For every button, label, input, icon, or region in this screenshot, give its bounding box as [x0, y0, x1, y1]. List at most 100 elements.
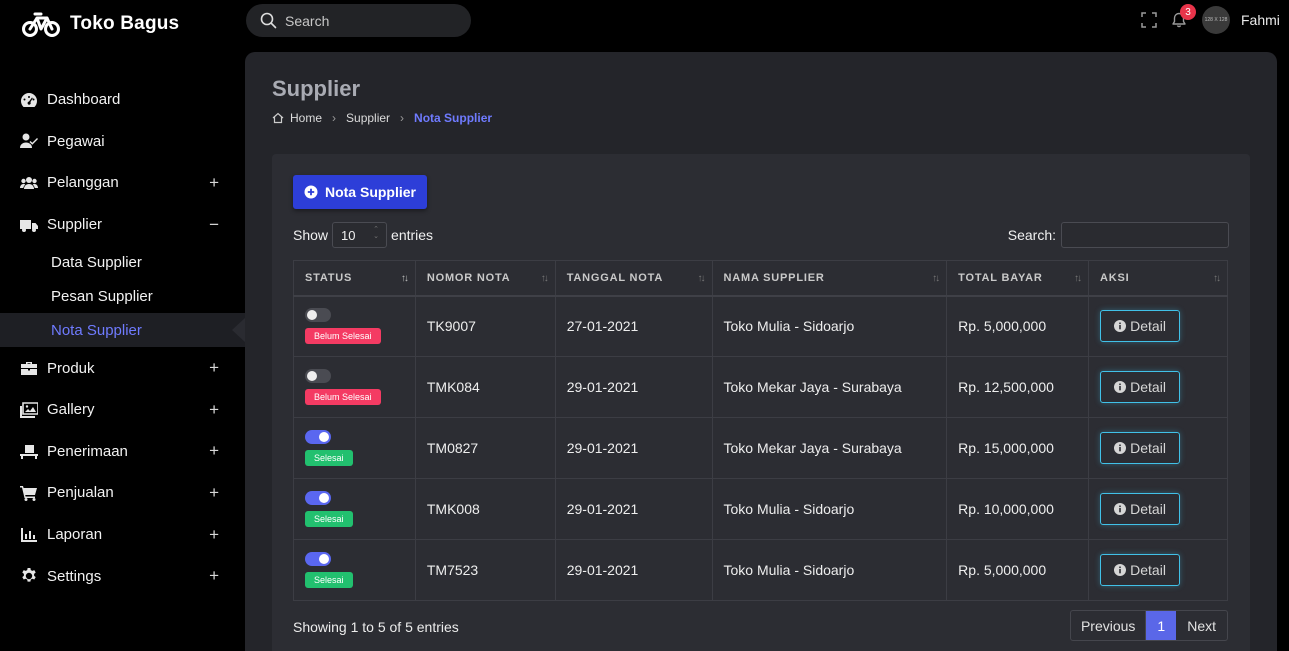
sidebar-item-pelanggan[interactable]: Pelanggan + — [0, 162, 245, 204]
column-header-total-bayar[interactable]: TOTAL BAYAR ↑↓ — [946, 260, 1090, 297]
gear-icon — [19, 568, 39, 584]
detail-button[interactable]: Detail — [1100, 371, 1181, 403]
table-header-row: STATUS ↑↓ NOMOR NOTA ↑↓ TANGGAL NOTA ↑↓ NAM… — [293, 260, 1228, 297]
cell-total-bayar: Rp. 10,000,000 — [946, 478, 1090, 540]
breadcrumb-supplier[interactable]: Supplier — [346, 111, 390, 125]
sidebar-subitem-nota-supplier[interactable]: Nota Supplier — [0, 313, 245, 348]
cell-tanggal-nota: 27-01-2021 — [554, 295, 713, 357]
expand-icon[interactable]: + — [209, 483, 219, 503]
detail-button[interactable]: Detail — [1100, 310, 1181, 343]
home-icon — [272, 112, 284, 124]
expand-icon[interactable]: + — [209, 441, 219, 461]
next-button[interactable]: Next — [1176, 611, 1227, 640]
sidebar-item-label: Dashboard — [47, 91, 121, 109]
table-card: Nota Supplier Show 10 entries Search: ST… — [272, 154, 1250, 651]
username[interactable]: Fahmi — [1241, 12, 1280, 28]
breadcrumb-current: Nota Supplier — [414, 111, 493, 125]
cell-total-bayar: Rp. 12,500,000 — [946, 356, 1090, 418]
sort-icon: ↑↓ — [1213, 273, 1221, 284]
collapse-icon[interactable]: − — [209, 215, 219, 235]
cell-nomor-nota: TMK084 — [414, 356, 556, 418]
sidebar-item-settings[interactable]: Settings + — [0, 555, 245, 597]
sidebar-item-penjualan[interactable]: Penjualan + — [0, 472, 245, 514]
page-1-button[interactable]: 1 — [1146, 611, 1177, 640]
sidebar-item-label: Gallery — [47, 401, 95, 419]
expand-icon[interactable]: + — [209, 400, 219, 420]
cell-total-bayar: Rp. 5,000,000 — [946, 295, 1090, 357]
sidebar-item-produk[interactable]: Produk + — [0, 347, 245, 389]
chart-icon — [19, 527, 39, 543]
user-check-icon — [19, 133, 39, 149]
breadcrumb-home[interactable]: Home — [290, 111, 322, 125]
add-nota-supplier-button[interactable]: Nota Supplier — [293, 175, 427, 209]
entries-label: entries — [391, 227, 434, 243]
cart-icon — [19, 485, 39, 501]
show-label: Show — [293, 227, 329, 243]
sidebar-item-label: Penerimaan — [47, 442, 128, 460]
images-icon — [19, 401, 39, 418]
expand-icon[interactable]: + — [209, 173, 219, 193]
sidebar-item-label: Pelanggan — [47, 174, 119, 192]
column-header-aksi[interactable]: AKSI ↑↓ — [1088, 260, 1228, 297]
table-row: Belum Selesai TK9007 27-01-2021 Toko Mul… — [293, 295, 1228, 357]
status-badge: Selesai — [305, 511, 353, 527]
status-toggle[interactable] — [305, 369, 331, 383]
users-icon — [19, 175, 39, 191]
table-info: Showing 1 to 5 of 5 entries — [293, 619, 459, 635]
expand-icon[interactable]: + — [209, 525, 219, 545]
sidebar-menu: Dashboard Pegawai Pelanggan + Supplier −… — [0, 79, 245, 597]
status-toggle[interactable] — [305, 552, 331, 566]
breadcrumb: Home › Supplier › Nota Supplier — [272, 111, 492, 125]
cell-nomor-nota: TK9007 — [414, 295, 556, 357]
fullscreen-icon[interactable] — [1141, 12, 1157, 28]
status-toggle[interactable] — [305, 491, 331, 505]
page-title: Supplier — [272, 76, 361, 101]
chevron-right-icon: › — [400, 111, 405, 125]
entries-select[interactable]: 10 — [332, 222, 388, 248]
status-toggle[interactable] — [305, 430, 331, 444]
table-row: Selesai TM7523 29-01-2021 Toko Mulia - S… — [293, 539, 1228, 601]
brand[interactable]: Toko Bagus — [22, 6, 179, 42]
cell-total-bayar: Rp. 5,000,000 — [946, 539, 1090, 601]
sidebar-item-dashboard[interactable]: Dashboard — [0, 79, 245, 121]
cell-nama-supplier: Toko Mulia - Sidoarjo — [711, 295, 948, 357]
notification-badge: 3 — [1180, 4, 1196, 20]
sidebar-item-penerimaan[interactable]: Penerimaan + — [0, 431, 245, 473]
column-header-nama-supplier[interactable]: NAMA SUPPLIER ↑↓ — [711, 260, 948, 297]
sidebar-item-supplier[interactable]: Supplier − — [0, 204, 245, 246]
status-toggle[interactable] — [305, 308, 331, 323]
status-badge: Belum Selesai — [305, 328, 381, 345]
sidebar-item-label: Laporan — [47, 526, 103, 544]
pagination: Previous 1 Next — [1069, 610, 1228, 641]
expand-icon[interactable]: + — [209, 566, 219, 586]
status-badge: Belum Selesai — [305, 389, 381, 405]
sidebar-item-gallery[interactable]: Gallery + — [0, 389, 245, 431]
cell-nama-supplier: Toko Mekar Jaya - Surabaya — [711, 417, 948, 479]
sidebar-subitem-pesan-supplier[interactable]: Pesan Supplier — [0, 279, 245, 313]
column-header-tanggal-nota[interactable]: TANGGAL NOTA ↑↓ — [554, 260, 713, 297]
detail-button[interactable]: Detail — [1100, 432, 1181, 464]
cell-tanggal-nota: 29-01-2021 — [554, 539, 713, 601]
cell-total-bayar: Rp. 15,000,000 — [946, 417, 1090, 479]
sort-icon: ↑↓ — [540, 273, 549, 284]
sidebar-item-pegawai[interactable]: Pegawai — [0, 121, 245, 163]
sidebar-subitem-data-supplier[interactable]: Data Supplier — [0, 245, 245, 279]
search-input[interactable] — [285, 12, 455, 29]
previous-button[interactable]: Previous — [1071, 611, 1147, 640]
column-header-status[interactable]: STATUS ↑↓ — [293, 260, 416, 297]
cell-nomor-nota: TM7523 — [414, 539, 556, 601]
status-badge: Selesai — [305, 572, 353, 588]
column-header-nomor-nota[interactable]: NOMOR NOTA ↑↓ — [414, 260, 556, 297]
main-content: Supplier Home › Supplier › Nota Supplier… — [245, 52, 1277, 651]
avatar[interactable]: 128 X 128 — [1202, 6, 1230, 34]
detail-button[interactable]: Detail — [1100, 554, 1181, 586]
expand-icon[interactable]: + — [209, 358, 219, 378]
info-icon — [1114, 564, 1127, 576]
global-search[interactable] — [246, 4, 471, 37]
detail-button[interactable]: Detail — [1100, 493, 1181, 525]
sidebar-item-laporan[interactable]: Laporan + — [0, 514, 245, 556]
table-search-input[interactable] — [1061, 222, 1229, 248]
sort-asc-icon: ↑↓ — [400, 273, 409, 284]
cell-tanggal-nota: 29-01-2021 — [554, 478, 713, 540]
status-badge: Selesai — [305, 450, 353, 466]
